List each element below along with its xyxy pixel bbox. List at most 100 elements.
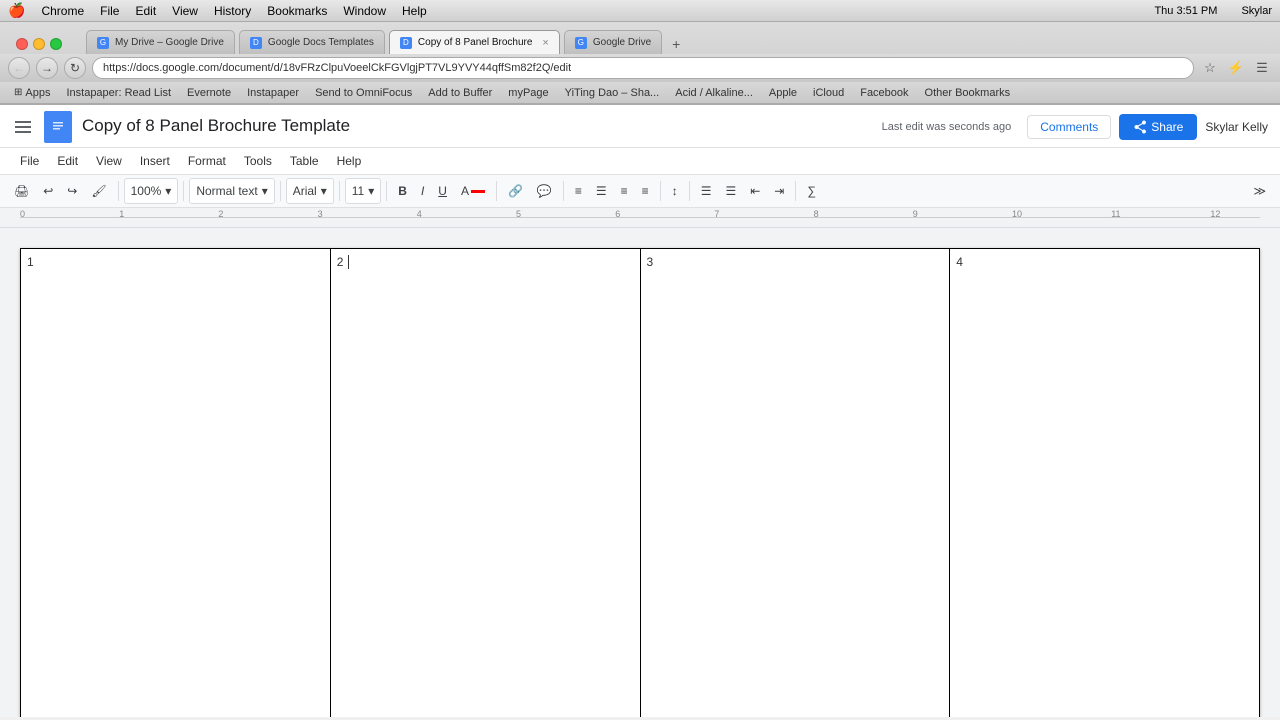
collapse-toolbar-button[interactable]: ≫ — [1247, 178, 1272, 204]
bookmark-icloud[interactable]: iCloud — [807, 86, 850, 100]
tab-brochure-active[interactable]: D Copy of 8 Panel Brochure × — [389, 30, 560, 54]
bookmark-facebook[interactable]: Facebook — [854, 86, 914, 100]
bookmark-star-icon[interactable]: ☆ — [1200, 58, 1220, 78]
numbered-list-button[interactable]: ☰ — [719, 178, 742, 204]
format-paint-button[interactable]: 🖌 — [85, 178, 112, 204]
font-value: Arial — [293, 184, 317, 198]
menu-file[interactable]: File — [12, 150, 47, 172]
style-dropdown[interactable]: Normal text ▾ — [189, 178, 274, 204]
bullets-button[interactable]: ☰ — [695, 178, 718, 204]
new-tab-button[interactable]: + — [666, 34, 686, 54]
brochure-table: 1 2 3 4 — [20, 248, 1260, 717]
apple-menu[interactable]: 🍎 — [8, 2, 25, 19]
indent-more-button[interactable]: ⇥ — [768, 178, 790, 204]
forward-button[interactable]: → — [36, 57, 58, 79]
toolbar-separator-3 — [280, 181, 281, 201]
address-bar[interactable]: https://docs.google.com/document/d/18vFR… — [92, 57, 1194, 79]
table-cell-1[interactable]: 1 — [21, 249, 331, 718]
bookmark-apple[interactable]: Apple — [763, 86, 803, 100]
user-account[interactable]: Skylar Kelly — [1205, 120, 1268, 134]
bookmark-apps[interactable]: ⊞ Apps — [8, 86, 56, 100]
undo-button[interactable]: ↩ — [37, 178, 59, 204]
italic-button[interactable]: I — [415, 178, 430, 204]
mac-menu-window[interactable]: Window — [343, 4, 386, 18]
bookmark-yiting[interactable]: YiTing Dao – Sha... — [559, 86, 666, 100]
bookmark-facebook-label: Facebook — [860, 87, 908, 99]
mac-menu-chrome[interactable]: Chrome — [41, 4, 84, 18]
sidebar-menu-icon[interactable] — [12, 116, 34, 138]
share-button[interactable]: Share — [1119, 114, 1197, 140]
zoom-dropdown[interactable]: 100% ▾ — [124, 178, 179, 204]
mac-menu-edit[interactable]: Edit — [135, 4, 156, 18]
formula-button[interactable]: ∑ — [801, 178, 822, 204]
fontsize-dropdown[interactable]: 11 ▾ — [345, 178, 382, 204]
table-cell-2[interactable]: 2 — [330, 249, 640, 718]
text-color-bar — [471, 190, 485, 193]
redo-button[interactable]: ↪ — [61, 178, 83, 204]
docs-toolbar: 🖨 ↩ ↪ 🖌 100% ▾ Normal text ▾ Arial ▾ 11 … — [0, 175, 1280, 208]
tab-google-drive[interactable]: G Google Drive — [564, 30, 662, 54]
menu-help[interactable]: Help — [329, 150, 370, 172]
tab-close-button[interactable]: × — [542, 37, 548, 49]
bookmark-omnifocus[interactable]: Send to OmniFocus — [309, 86, 418, 100]
mac-menu-view[interactable]: View — [172, 4, 198, 18]
chrome-menu-icon[interactable]: ☰ — [1252, 58, 1272, 78]
underline-button[interactable]: U — [432, 178, 453, 204]
doc-title[interactable]: Copy of 8 Panel Brochure Template — [82, 116, 872, 136]
indent-less-button[interactable]: ⇤ — [744, 178, 766, 204]
url-text: https://docs.google.com/document/d/18vFR… — [103, 62, 571, 74]
back-button[interactable]: ← — [8, 57, 30, 79]
mac-menu-file[interactable]: File — [100, 4, 119, 18]
reload-button[interactable]: ↻ — [64, 57, 86, 79]
menu-edit[interactable]: Edit — [49, 150, 86, 172]
bold-button[interactable]: B — [392, 178, 413, 204]
close-window-button[interactable] — [16, 38, 28, 50]
bookmark-mypage[interactable]: myPage — [502, 86, 554, 100]
tab-label-4: Google Drive — [593, 37, 651, 48]
link-button[interactable]: 🔗 — [502, 178, 529, 204]
maximize-window-button[interactable] — [50, 38, 62, 50]
bookmark-evernote-label: Evernote — [187, 87, 231, 99]
font-dropdown[interactable]: Arial ▾ — [286, 178, 334, 204]
mac-menu-help[interactable]: Help — [402, 4, 427, 18]
tab-docs-templates[interactable]: D Google Docs Templates — [239, 30, 385, 54]
extensions-icon[interactable]: ⚡ — [1226, 58, 1246, 78]
bookmark-evernote[interactable]: Evernote — [181, 86, 237, 100]
line-spacing-button[interactable]: ↕ — [666, 178, 684, 204]
cell-number-2: 2 — [337, 255, 344, 269]
bookmark-acid[interactable]: Acid / Alkaline... — [669, 86, 759, 100]
menu-format[interactable]: Format — [180, 150, 234, 172]
tab-favicon-4: G — [575, 37, 587, 49]
bookmark-buffer[interactable]: Add to Buffer — [422, 86, 498, 100]
comments-button[interactable]: Comments — [1027, 115, 1111, 139]
table-cell-3[interactable]: 3 — [640, 249, 950, 718]
table-cell-4[interactable]: 4 — [950, 249, 1260, 718]
print-button[interactable]: 🖨 — [8, 178, 35, 204]
bookmark-instapaper-label: Instapaper — [247, 87, 299, 99]
minimize-window-button[interactable] — [33, 38, 45, 50]
tab-my-drive[interactable]: G My Drive – Google Drive — [86, 30, 235, 54]
doc-title-area: Copy of 8 Panel Brochure Template — [82, 116, 872, 138]
comment-button[interactable]: 💬 — [531, 178, 558, 204]
document-area[interactable]: 1 2 3 4 — [0, 228, 1280, 717]
fontsize-chevron-icon: ▾ — [368, 184, 374, 198]
justify-button[interactable]: ≡ — [636, 178, 655, 204]
menu-insert[interactable]: Insert — [132, 150, 178, 172]
mac-menu-bookmarks[interactable]: Bookmarks — [267, 4, 327, 18]
menu-table[interactable]: Table — [282, 150, 327, 172]
bookmark-apps-label: Apps — [25, 87, 50, 99]
bookmark-instapaper-read[interactable]: Instapaper: Read List — [60, 86, 177, 100]
bookmark-other-label: Other Bookmarks — [925, 87, 1011, 99]
text-color-button[interactable]: A — [455, 178, 491, 204]
align-center-button[interactable]: ☰ — [590, 178, 613, 204]
align-right-button[interactable]: ≡ — [615, 178, 634, 204]
toolbar-separator-2 — [183, 181, 184, 201]
menu-tools[interactable]: Tools — [236, 150, 280, 172]
cell-number-1: 1 — [27, 255, 34, 269]
align-left-button[interactable]: ≡ — [569, 178, 588, 204]
bookmark-other[interactable]: Other Bookmarks — [919, 86, 1017, 100]
mac-menu-history[interactable]: History — [214, 4, 251, 18]
mac-time: Thu 3:51 PM — [1154, 5, 1217, 17]
bookmark-instapaper[interactable]: Instapaper — [241, 86, 305, 100]
menu-view[interactable]: View — [88, 150, 130, 172]
